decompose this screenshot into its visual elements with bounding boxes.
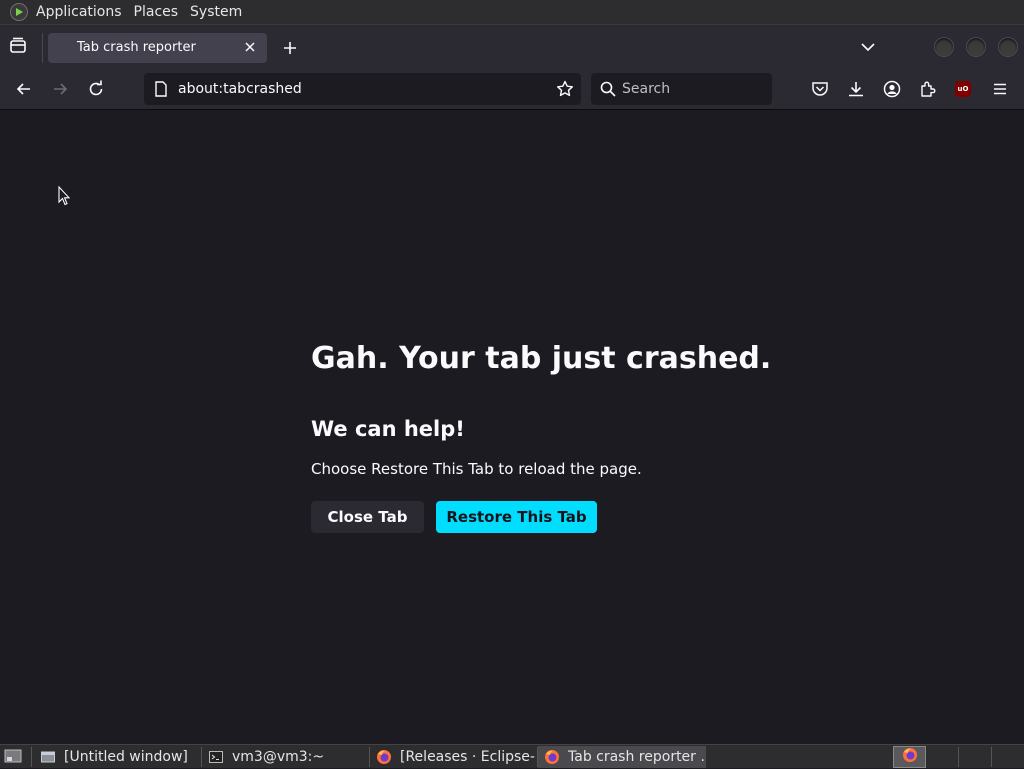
page-subtitle: We can help! (311, 417, 465, 441)
taskbar-item-tab-crash-reporter[interactable]: Tab crash reporter … (538, 746, 706, 768)
page-title: Gah. Your tab just crashed. (311, 341, 772, 376)
terminal-icon (208, 749, 224, 765)
applications-logo-icon[interactable] (10, 3, 28, 21)
taskbar-item-untitled-window[interactable]: [Untitled window] (34, 746, 200, 768)
chevron-down-icon[interactable] (858, 37, 878, 57)
taskbar-item-releases[interactable]: [Releases · Eclipse-… (370, 746, 536, 768)
hamburger-menu-icon[interactable] (990, 79, 1010, 99)
menu-applications[interactable]: Applications (30, 0, 128, 24)
close-icon[interactable] (241, 38, 259, 56)
firefox-icon (902, 747, 918, 767)
account-icon[interactable] (882, 79, 902, 99)
ublock-badge: uO (955, 81, 971, 97)
tab-strip: Tab crash reporter (0, 24, 1024, 68)
new-tab-icon[interactable] (280, 38, 300, 58)
show-desktop-icon[interactable] (4, 748, 22, 765)
page-content: Gah. Your tab just crashed. We can help!… (0, 110, 1024, 744)
menu-system[interactable]: System (184, 0, 248, 24)
firefox-icon (544, 749, 560, 765)
tab-separator (42, 33, 43, 63)
firefox-view-icon[interactable] (8, 37, 32, 57)
window-close-button[interactable] (999, 38, 1017, 56)
taskbar-item-terminal[interactable]: vm3@vm3:~ (202, 746, 368, 768)
forward-arrow-icon[interactable] (50, 79, 70, 99)
firefox-icon (376, 749, 392, 765)
minimize-button[interactable] (935, 38, 953, 56)
page-description: Choose Restore This Tab to reload the pa… (311, 460, 642, 478)
tab-tab-crash-reporter[interactable]: Tab crash reporter (48, 33, 267, 63)
tab-title: Tab crash reporter (77, 40, 196, 55)
top-panel: Applications Places System (0, 0, 1024, 24)
close-tab-button[interactable]: Close Tab (311, 501, 424, 533)
downloads-icon[interactable] (846, 79, 866, 99)
taskbar-item-label: [Untitled window] (64, 749, 188, 765)
menu-places[interactable]: Places (128, 0, 185, 24)
panel-separator (31, 747, 32, 767)
url-bar[interactable]: about:tabcrashed (144, 73, 581, 105)
taskbar-item-label: [Releases · Eclipse-… (400, 749, 536, 765)
maximize-button[interactable] (967, 38, 985, 56)
mouse-cursor-icon (58, 185, 71, 206)
reload-icon[interactable] (86, 79, 106, 99)
taskbar-item-label: Tab crash reporter … (568, 749, 706, 765)
navigation-toolbar: about:tabcrashed Search uO (0, 68, 1024, 110)
bookmark-star-icon[interactable] (555, 79, 575, 99)
search-placeholder: Search (622, 81, 671, 97)
pocket-icon[interactable] (810, 79, 830, 99)
search-icon (599, 80, 617, 98)
url-text[interactable]: about:tabcrashed (178, 81, 302, 97)
restore-tab-button[interactable]: Restore This Tab (436, 501, 597, 533)
back-arrow-icon[interactable] (14, 79, 34, 99)
panel-separator (958, 747, 959, 767)
ublock-origin-icon[interactable]: uO (955, 81, 975, 101)
workspace-switcher[interactable] (893, 746, 926, 768)
bottom-panel: [Untitled window] vm3@vm3:~ [Releases · … (0, 744, 1024, 768)
extensions-icon[interactable] (918, 79, 938, 99)
window-icon (40, 749, 56, 765)
panel-separator (991, 747, 992, 767)
taskbar-item-label: vm3@vm3:~ (232, 749, 325, 765)
search-bar[interactable]: Search (591, 73, 772, 105)
page-icon (153, 80, 169, 98)
